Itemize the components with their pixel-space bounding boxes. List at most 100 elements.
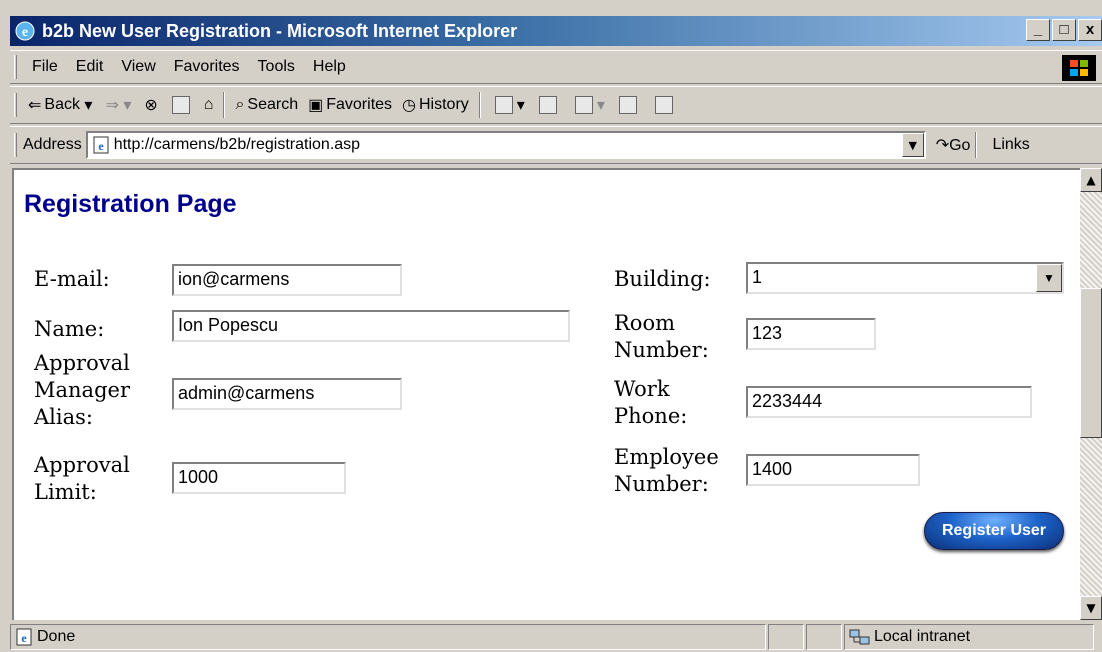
messenger-icon [654, 96, 673, 114]
address-input[interactable]: e http://carmens/b2b/registration.asp ▼ [85, 131, 926, 159]
home-icon: ⌂ [203, 96, 214, 113]
svg-text:e: e [22, 25, 28, 40]
approval-limit-label-line: Limit: [34, 480, 97, 504]
discuss-button[interactable] [610, 96, 646, 114]
refresh-icon [171, 96, 190, 114]
room-number-label-line: Number: [614, 338, 709, 362]
email-label: E-mail: [34, 267, 110, 291]
menu-edit[interactable]: Edit [67, 58, 113, 76]
dropdown-arrow-icon: ▾ [516, 97, 525, 114]
name-label: Name: [34, 317, 105, 341]
approval-manager-field[interactable]: admin@carmens [172, 378, 402, 410]
building-label: Building: [614, 267, 711, 291]
approval-manager-label-line: Manager [34, 378, 130, 402]
name-field[interactable]: Ion Popescu [172, 310, 570, 342]
window-title: b2b New User Registration - Microsoft In… [42, 20, 518, 41]
address-label: Address [23, 136, 82, 153]
status-cell [806, 624, 842, 650]
approval-limit-label: Approval Limit: [34, 452, 130, 506]
room-number-field[interactable]: 123 [746, 318, 876, 350]
approval-manager-label-line: Approval [34, 351, 130, 375]
toolbar-separator [478, 92, 481, 118]
print-icon [538, 96, 557, 114]
edit-button[interactable]: ▾ [566, 95, 610, 115]
building-dropdown-button[interactable]: ▼ [1036, 264, 1062, 292]
ie-logo-icon: e [15, 21, 35, 41]
employee-number-label-line: Employee [614, 445, 719, 469]
toolbar-separator [223, 92, 226, 118]
menu-help[interactable]: Help [304, 58, 355, 76]
menu-tools[interactable]: Tools [249, 58, 304, 76]
work-phone-label: Work Phone: [614, 376, 687, 430]
employee-number-label-line: Number: [614, 472, 709, 496]
vertical-scrollbar[interactable]: ▲ ▼ [1080, 168, 1102, 620]
room-number-label-line: Room [614, 311, 676, 335]
messenger-button[interactable] [646, 96, 682, 114]
page-icon: e [16, 628, 32, 646]
employee-number-label: Employee Number: [614, 444, 719, 498]
work-phone-label-line: Work [614, 377, 670, 401]
stop-button[interactable]: ⊗ [139, 95, 162, 115]
address-grip [14, 133, 17, 157]
favorites-icon: ▣ [308, 97, 324, 114]
refresh-button[interactable] [163, 96, 199, 114]
go-label: Go [949, 137, 971, 154]
zone-text: Local intranet [874, 628, 971, 645]
home-button[interactable]: ⌂ [199, 96, 219, 114]
building-value: 1 [752, 267, 763, 287]
register-user-button[interactable]: Register User [924, 512, 1064, 550]
history-label: History [419, 96, 469, 113]
forward-button[interactable]: ⇒ ▾ [100, 95, 139, 115]
favorites-button[interactable]: ▣ Favorites [303, 95, 397, 115]
employee-number-field[interactable]: 1400 [746, 454, 920, 486]
scroll-thumb[interactable] [1080, 288, 1102, 438]
approval-limit-field[interactable]: 1000 [172, 462, 346, 494]
page-content: Registration Page E-mail: ion@carmens Na… [12, 168, 1080, 620]
address-separator [975, 132, 978, 158]
building-select[interactable]: 1 ▼ [746, 262, 1064, 294]
approval-manager-label-line: Alias: [34, 405, 93, 429]
search-label: Search [247, 96, 299, 113]
mail-icon [494, 96, 513, 114]
work-phone-label-line: Phone: [614, 404, 688, 428]
history-button[interactable]: ◷ History [397, 95, 474, 115]
status-zone-panel: Local intranet [844, 624, 1094, 650]
search-button[interactable]: ⌕ Search [230, 96, 303, 114]
favorites-label: Favorites [326, 96, 393, 113]
toolbar-grip [14, 93, 17, 117]
page-title: Registration Page [24, 190, 237, 218]
menu-grip [14, 55, 17, 79]
page-icon: e [93, 136, 109, 154]
scroll-down-button[interactable]: ▼ [1080, 596, 1102, 620]
go-arrow-icon: ↷ [935, 137, 950, 154]
room-number-label: Room Number: [614, 310, 709, 364]
dropdown-arrow-icon: ▾ [596, 97, 605, 114]
menu-file[interactable]: File [23, 58, 67, 76]
maximize-button[interactable]: □ [1052, 19, 1076, 41]
back-arrow-icon: ⇐ [28, 97, 42, 114]
print-button[interactable] [530, 96, 566, 114]
back-label: Back [44, 96, 80, 113]
mail-button[interactable]: ▾ [486, 95, 530, 115]
history-icon: ◷ [402, 97, 416, 114]
address-dropdown-button[interactable]: ▼ [901, 133, 924, 157]
approval-manager-label: Approval Manager Alias: [34, 350, 130, 431]
status-bar: e Done Local intranet [10, 622, 1102, 652]
work-phone-field[interactable]: 2233444 [746, 386, 1032, 418]
address-bar: Address e http://carmens/b2b/registratio… [10, 126, 1102, 164]
go-button[interactable]: ↷Go [936, 135, 971, 155]
svg-text:e: e [98, 139, 104, 153]
menu-view[interactable]: View [112, 58, 164, 76]
back-button[interactable]: ⇐ Back ▾ [23, 95, 100, 115]
toolbar: ⇐ Back ▾ ⇒ ▾ ⊗ ⌂ ⌕ Search ▣ Favorites ◷ … [10, 86, 1102, 124]
status-cell [768, 624, 804, 650]
browser-window: e b2b New User Registration - Microsoft … [0, 0, 1102, 652]
menu-favorites[interactable]: Favorites [165, 58, 249, 76]
scroll-up-button[interactable]: ▲ [1080, 168, 1102, 192]
close-button[interactable]: x [1078, 19, 1102, 41]
email-field[interactable]: ion@carmens [172, 264, 402, 296]
links-button[interactable]: Links [992, 136, 1029, 154]
minimize-button[interactable]: _ [1026, 19, 1050, 41]
approval-limit-label-line: Approval [34, 453, 130, 477]
windows-logo-icon [1062, 55, 1096, 81]
